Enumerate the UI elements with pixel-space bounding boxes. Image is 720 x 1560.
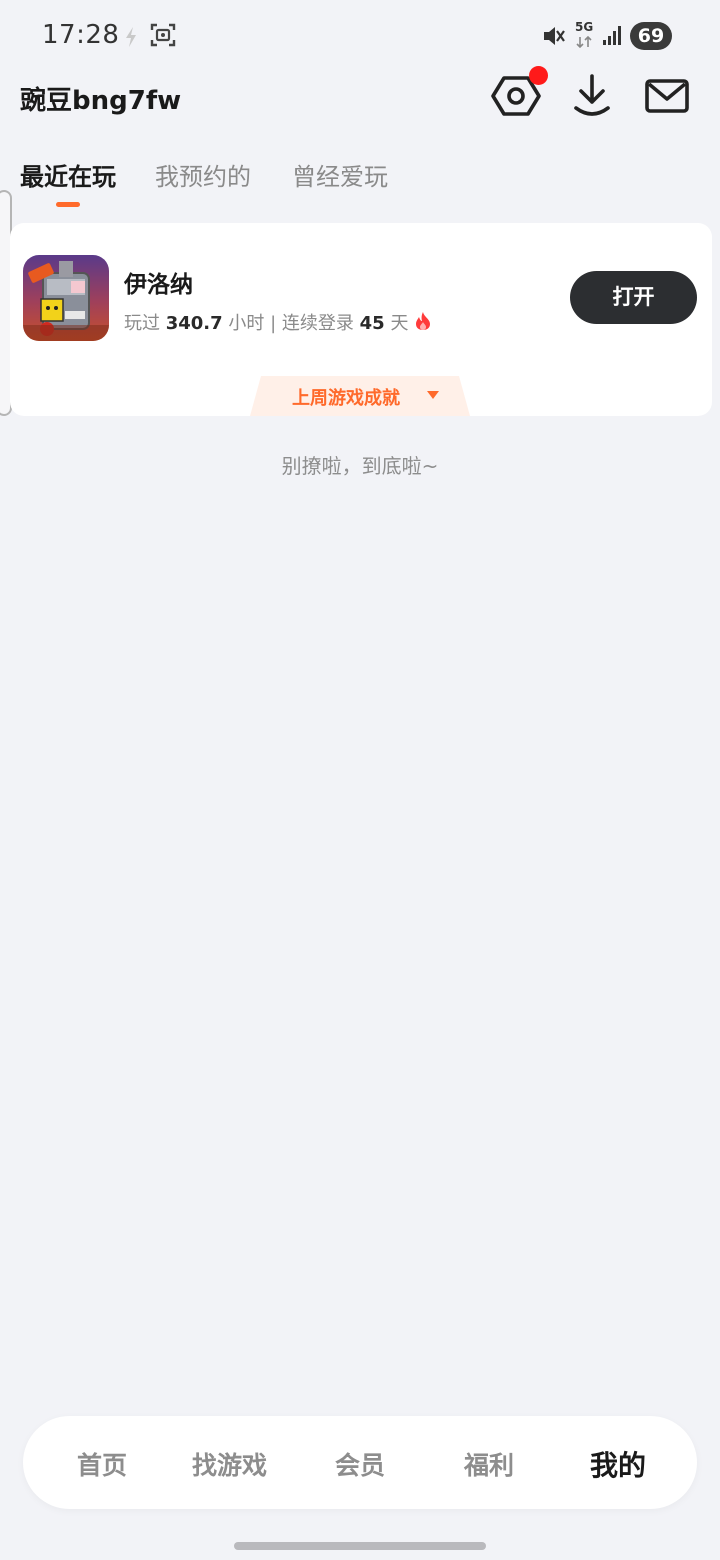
nav-benefits[interactable]: 福利	[464, 1446, 514, 1482]
tab-recently-played[interactable]: 最近在玩	[20, 157, 116, 192]
network-5g-label: 5G	[575, 20, 594, 34]
play-hours: 340.7	[165, 313, 223, 334]
mute-icon	[544, 27, 565, 45]
game-icon[interactable]	[23, 255, 109, 341]
end-of-list-text: 别撩啦，到底啦~	[281, 454, 439, 478]
data-arrows-icon	[576, 36, 592, 48]
game-stats: 玩过 340.7 小时 | 连续登录 45 天	[124, 309, 432, 335]
screenshot-icon	[150, 23, 176, 47]
nav-membership[interactable]: 会员	[335, 1446, 385, 1482]
mail-icon[interactable]	[641, 70, 693, 122]
login-days: 45	[359, 313, 385, 334]
download-icon[interactable]	[566, 70, 618, 122]
achievement-label: 上周游戏成就	[292, 388, 400, 409]
status-time: 17:28	[42, 20, 120, 50]
tab-once-loved[interactable]: 曾经爱玩	[292, 157, 388, 192]
nav-mine[interactable]: 我的	[590, 1444, 646, 1484]
weekly-achievement-toggle[interactable]: 上周游戏成就	[250, 376, 470, 416]
page: 17:28 5G 69 豌豆bng7fw 最近在玩 我预约的 曾经爱玩 伊洛纳 …	[0, 0, 720, 1560]
nav-find-games[interactable]: 找游戏	[192, 1446, 267, 1482]
home-indicator[interactable]	[234, 1542, 486, 1550]
days-unit: 天	[390, 313, 409, 334]
tab-reserved[interactable]: 我预约的	[155, 157, 251, 192]
username[interactable]: 豌豆bng7fw	[20, 80, 181, 117]
charging-bolt-icon	[126, 27, 136, 47]
game-card[interactable]: 伊洛纳 玩过 340.7 小时 | 连续登录 45 天 打开 上周游戏成就	[10, 223, 712, 416]
open-button[interactable]: 打开	[570, 271, 697, 324]
bottom-nav: 首页 找游戏 会员 福利 我的	[23, 1416, 697, 1509]
tab-indicator	[56, 202, 80, 207]
stats-prefix: 玩过	[124, 313, 160, 334]
signal-icon	[603, 26, 621, 45]
notification-dot	[529, 66, 548, 85]
battery-indicator: 69	[630, 22, 672, 50]
status-bar: 17:28 5G 69	[0, 0, 720, 72]
flame-icon	[416, 312, 431, 330]
nav-home[interactable]: 首页	[77, 1446, 127, 1482]
caret-down-icon	[427, 391, 439, 399]
hours-unit: 小时 | 连续登录	[228, 313, 354, 334]
game-name[interactable]: 伊洛纳	[124, 265, 193, 299]
